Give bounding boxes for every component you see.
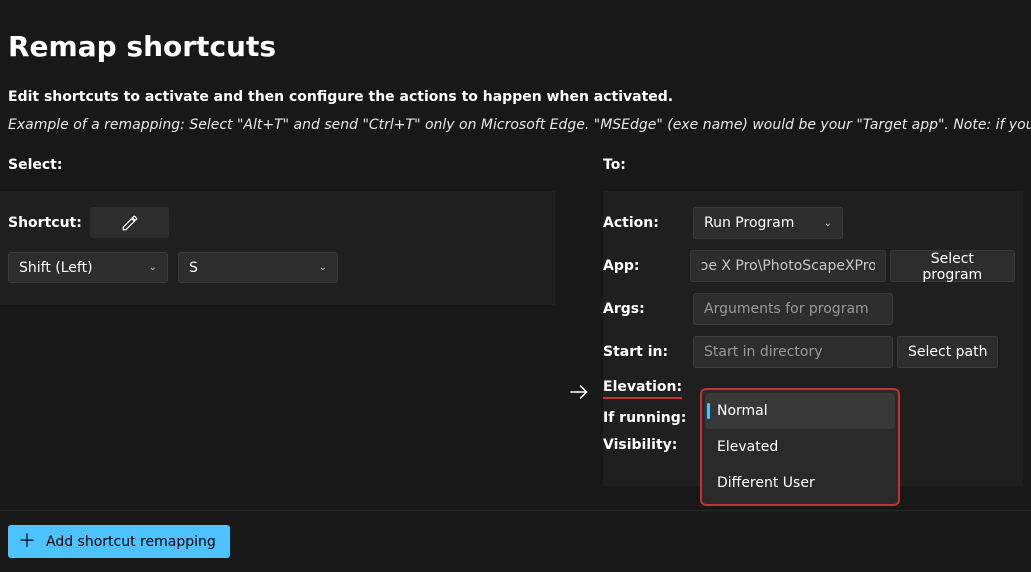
page-title: Remap shortcuts xyxy=(0,0,1031,73)
elevation-label: Elevation: xyxy=(603,379,693,399)
elevation-option-elevated[interactable]: Elevated xyxy=(705,429,895,465)
shortcut-section: Shortcut: Shift (Left) ⌄ S ⌄ xyxy=(0,191,555,305)
pencil-icon xyxy=(121,214,139,232)
chevron-down-icon: ⌄ xyxy=(824,218,832,229)
shortcut-key2-dropdown[interactable]: S ⌄ xyxy=(178,252,338,283)
action-dropdown[interactable]: Run Program ⌄ xyxy=(693,207,843,239)
ifrunning-label: If running: xyxy=(603,410,693,426)
action-value: Run Program xyxy=(704,215,794,231)
chevron-down-icon: ⌄ xyxy=(149,262,157,273)
add-button-label: Add shortcut remapping xyxy=(46,534,216,550)
app-label: App: xyxy=(603,258,690,274)
args-input[interactable] xyxy=(693,293,893,325)
action-label: Action: xyxy=(603,215,693,231)
bottom-bar: ＋ Add shortcut remapping xyxy=(0,510,1031,572)
visibility-label: Visibility: xyxy=(603,437,693,453)
plus-icon: ＋ xyxy=(18,533,36,551)
startin-input[interactable] xyxy=(693,336,893,368)
shortcut-key1-value: Shift (Left) xyxy=(19,260,93,276)
args-label: Args: xyxy=(603,301,693,317)
select-program-button[interactable]: Select program xyxy=(890,250,1015,282)
elevation-option-diffuser[interactable]: Different User xyxy=(705,465,895,501)
intro-text: Edit shortcuts to activate and then conf… xyxy=(8,89,1023,111)
intro-example: Example of a remapping: Select "Alt+T" a… xyxy=(8,111,1023,133)
add-shortcut-remapping-button[interactable]: ＋ Add shortcut remapping xyxy=(8,525,230,558)
select-path-button[interactable]: Select path xyxy=(897,336,998,368)
arrow-right-icon xyxy=(566,379,592,405)
app-input[interactable] xyxy=(690,250,886,282)
shortcut-key1-dropdown[interactable]: Shift (Left) ⌄ xyxy=(8,252,168,283)
chevron-down-icon: ⌄ xyxy=(319,262,327,273)
shortcut-key2-value: S xyxy=(189,260,198,276)
to-label: To: xyxy=(603,157,1023,191)
elevation-option-normal[interactable]: Normal xyxy=(705,393,895,429)
startin-label: Start in: xyxy=(603,344,693,360)
select-label: Select: xyxy=(8,157,555,191)
edit-shortcut-button[interactable] xyxy=(90,207,169,238)
shortcut-row-label: Shortcut: xyxy=(8,215,90,231)
elevation-dropdown-popup[interactable]: Normal Elevated Different User xyxy=(700,388,900,506)
